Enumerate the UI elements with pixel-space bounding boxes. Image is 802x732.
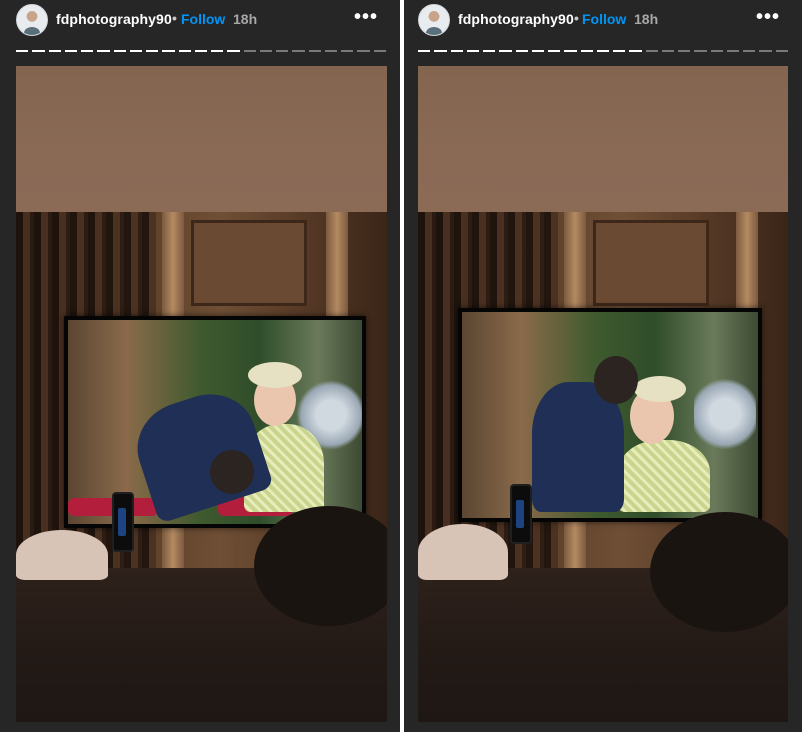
- follow-button[interactable]: Follow: [181, 11, 225, 27]
- bride-headpiece: [634, 376, 686, 402]
- story-progress-bar: [16, 50, 386, 52]
- progress-segment: [194, 50, 208, 52]
- bride-dress: [618, 440, 710, 512]
- progress-segment: [775, 50, 788, 52]
- progress-segment: [418, 50, 431, 52]
- progress-segment: [243, 50, 256, 52]
- separator-dot: •: [172, 10, 177, 26]
- avatar[interactable]: [16, 4, 48, 36]
- progress-segment: [227, 50, 240, 52]
- wall-panel: [593, 220, 709, 306]
- progress-segment: [129, 50, 143, 52]
- story-photo[interactable]: [16, 66, 387, 722]
- progress-segment: [580, 50, 593, 52]
- story-panel-right: fdphotography90 • Follow 18h •••: [404, 0, 802, 732]
- progress-segment: [515, 50, 528, 52]
- phone-in-hand: [112, 492, 134, 552]
- progress-segment: [531, 50, 545, 52]
- progress-segment: [466, 50, 480, 52]
- story-header: fdphotography90 • Follow 18h •••: [404, 0, 802, 40]
- progress-segment: [211, 50, 224, 52]
- progress-segment: [548, 50, 561, 52]
- follow-button[interactable]: Follow: [582, 11, 626, 27]
- username[interactable]: fdphotography90: [458, 11, 574, 27]
- more-options-icon[interactable]: •••: [354, 6, 378, 29]
- avatar[interactable]: [418, 4, 450, 36]
- tv-screen: [64, 316, 366, 528]
- audience-silhouette: [650, 512, 788, 632]
- story-progress-bar: [418, 50, 788, 52]
- progress-segment: [613, 50, 626, 52]
- progress-segment: [743, 50, 756, 52]
- audience-head: [16, 530, 108, 580]
- progress-segment: [259, 50, 273, 52]
- progress-segment: [64, 50, 78, 52]
- progress-segment: [357, 50, 370, 52]
- progress-segment: [694, 50, 707, 52]
- groom-head: [210, 450, 254, 494]
- progress-segment: [81, 50, 94, 52]
- timestamp: 18h: [634, 11, 659, 27]
- progress-segment: [434, 50, 447, 52]
- tv-screen: [458, 308, 762, 522]
- phone-in-hand: [510, 484, 532, 544]
- progress-segment: [629, 50, 642, 52]
- flowers: [694, 374, 756, 454]
- progress-segment: [178, 50, 191, 52]
- wall-panel: [191, 220, 307, 306]
- audience-head: [418, 524, 508, 580]
- bride-headpiece: [248, 362, 302, 388]
- story-header: fdphotography90 • Follow 18h •••: [0, 0, 400, 40]
- progress-segment: [596, 50, 610, 52]
- progress-segment: [113, 50, 126, 52]
- progress-segment: [645, 50, 658, 52]
- separator-dot: •: [574, 10, 579, 26]
- progress-segment: [32, 50, 45, 52]
- progress-segment: [48, 50, 61, 52]
- progress-segment: [308, 50, 321, 52]
- story-photo[interactable]: [418, 66, 788, 722]
- progress-segment: [292, 50, 305, 52]
- progress-segment: [661, 50, 675, 52]
- timestamp: 18h: [233, 11, 258, 27]
- progress-segment: [678, 50, 691, 52]
- progress-segment: [759, 50, 772, 52]
- progress-segment: [450, 50, 463, 52]
- blurred-top-region: [418, 66, 788, 212]
- blurred-top-region: [16, 66, 387, 212]
- progress-segment: [324, 50, 338, 52]
- progress-segment: [710, 50, 723, 52]
- progress-segment: [16, 50, 29, 52]
- progress-segment: [564, 50, 577, 52]
- more-options-icon[interactable]: •••: [756, 6, 780, 29]
- progress-segment: [341, 50, 354, 52]
- progress-segment: [97, 50, 110, 52]
- username[interactable]: fdphotography90: [56, 11, 172, 27]
- progress-segment: [146, 50, 159, 52]
- progress-segment: [162, 50, 175, 52]
- progress-segment: [726, 50, 740, 52]
- progress-segment: [483, 50, 496, 52]
- progress-segment: [373, 50, 386, 52]
- progress-segment: [276, 50, 289, 52]
- groom-head: [594, 356, 638, 404]
- progress-segment: [499, 50, 512, 52]
- story-panel-left: fdphotography90 • Follow 18h •••: [0, 0, 400, 732]
